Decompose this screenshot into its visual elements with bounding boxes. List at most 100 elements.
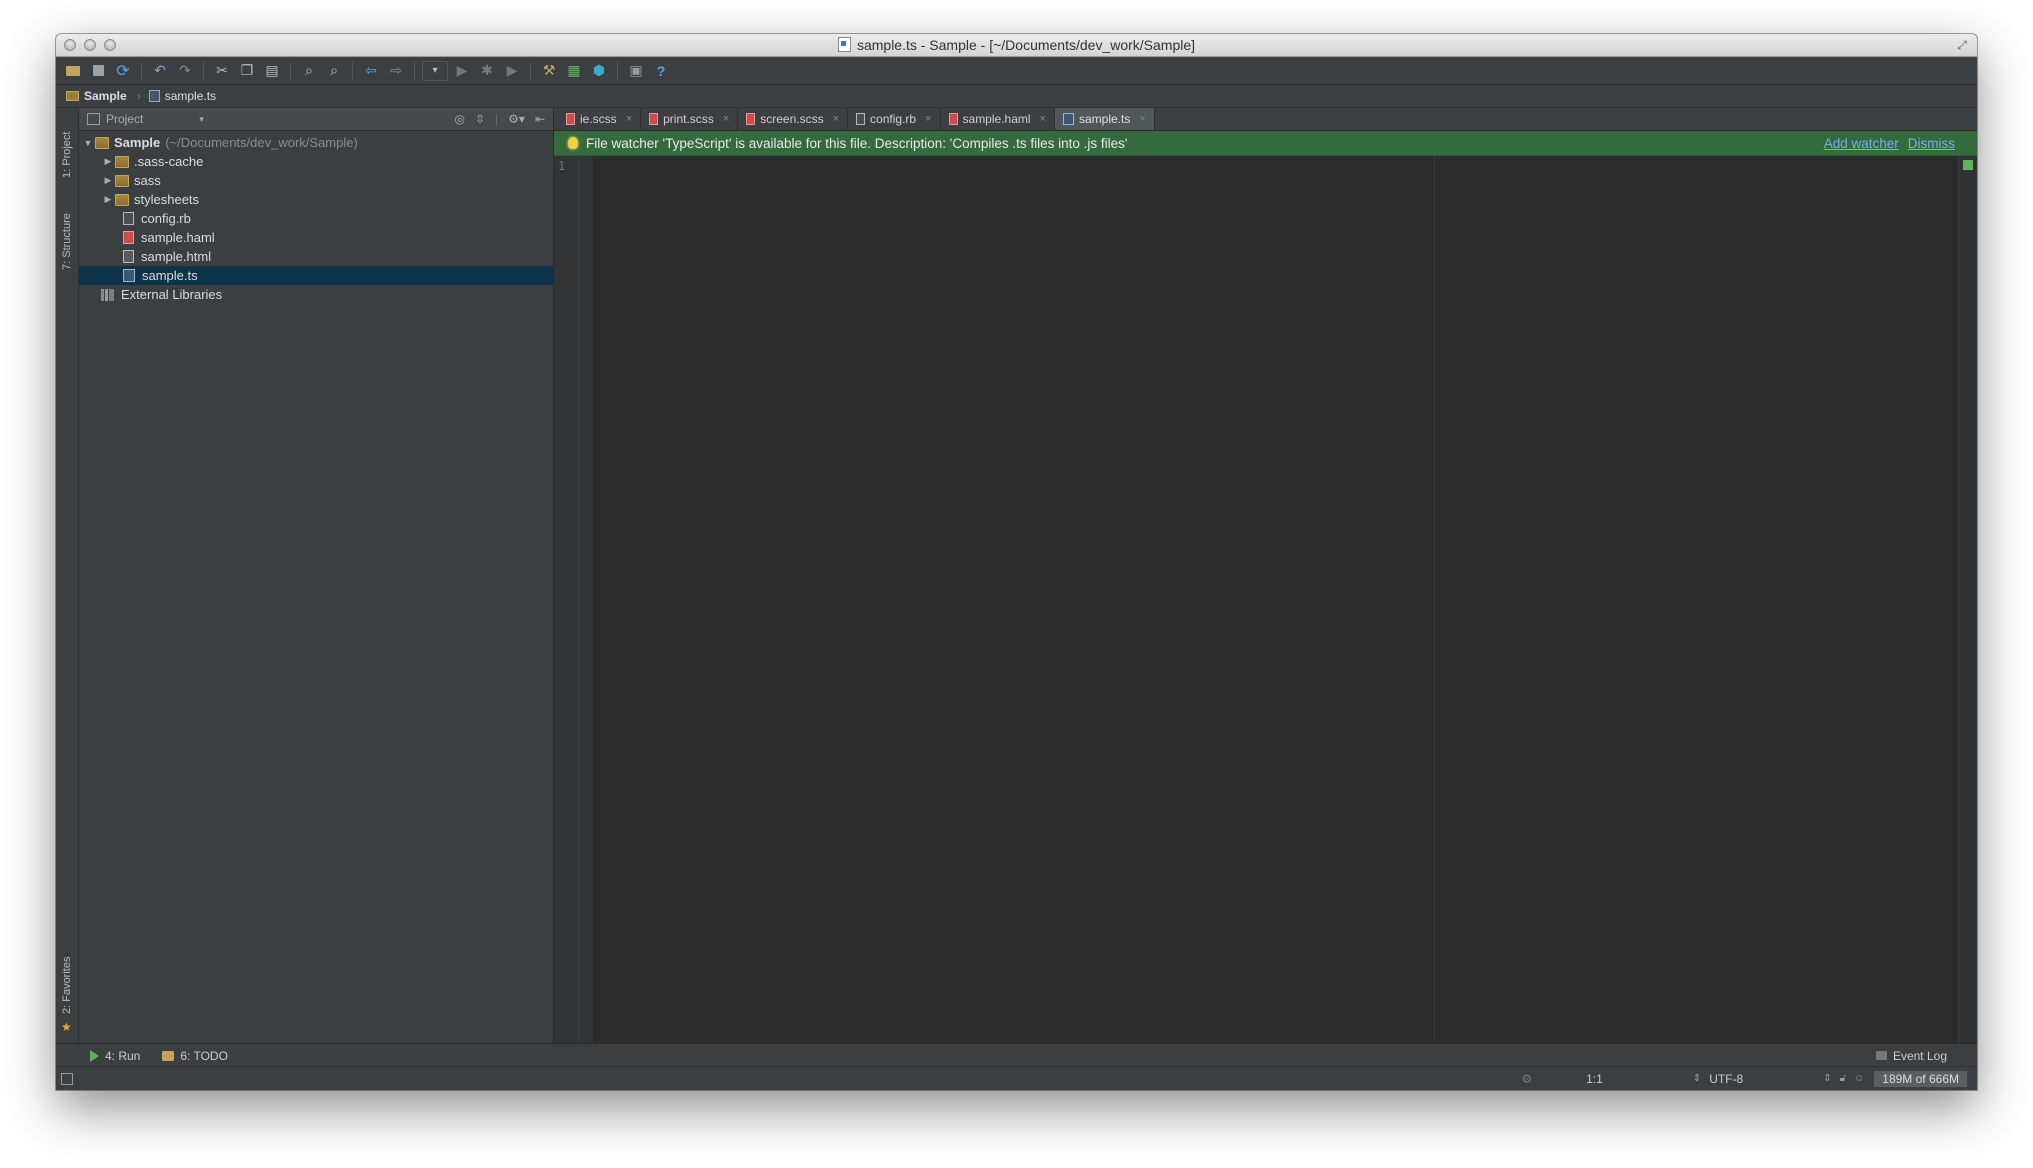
project-panel-actions: ◎ ⇳ | ⚙▾ ⇤: [454, 112, 553, 126]
chevron-down-icon[interactable]: ▾: [199, 114, 204, 125]
project-view-selector[interactable]: Project: [106, 112, 143, 126]
coverage-icon[interactable]: ▶: [501, 60, 523, 82]
settings-icon[interactable]: ⚒: [538, 60, 560, 82]
project-panel: Project ▾ ◎ ⇳ | ⚙▾ ⇤ ▼ Sample (~/Documen…: [79, 108, 554, 1044]
todo-tool-button[interactable]: 6: TODO: [162, 1049, 228, 1063]
save-all-button[interactable]: [87, 60, 109, 82]
forward-button[interactable]: ⇨: [385, 60, 407, 82]
event-log-label: Event Log: [1892, 1048, 1947, 1063]
toolbar-separator: [617, 61, 618, 80]
tree-row-folder[interactable]: ▶ sass: [79, 171, 553, 190]
project-tool-tab[interactable]: 1: Project: [57, 116, 77, 186]
code-editor[interactable]: 1: [554, 156, 1977, 1044]
add-watcher-link[interactable]: Add watcher: [1824, 136, 1899, 151]
close-icon[interactable]: ×: [723, 113, 729, 125]
paste-icon[interactable]: ▤: [261, 60, 283, 82]
file-watcher-notification: File watcher 'TypeScript' is available f…: [554, 131, 1977, 156]
folder-icon: [115, 174, 129, 187]
fullscreen-icon[interactable]: ⤢: [1955, 38, 1969, 52]
status-right: ⚙ 1:1 ⇕ UTF-8 ⇕ 🔓︎ ☺︎ 189M of 666M: [1521, 1070, 1977, 1087]
help-icon[interactable]: ?: [650, 60, 672, 82]
encoding-selector[interactable]: UTF-8: [1709, 1072, 1743, 1086]
breadcrumb-project[interactable]: Sample: [66, 89, 137, 103]
synchronize-button[interactable]: ⟳: [112, 60, 134, 82]
tree-row-file[interactable]: sample.haml: [79, 228, 553, 247]
event-log-button[interactable]: Event Log: [1875, 1048, 1977, 1063]
favorites-tab-label: 2: Favorites: [61, 956, 73, 1014]
open-folder-button[interactable]: [62, 60, 84, 82]
tab-config-rb[interactable]: config.rb ×: [848, 108, 941, 130]
cut-icon[interactable]: ✂: [211, 60, 233, 82]
tree-row-file-selected[interactable]: sample.ts: [79, 266, 553, 285]
replace-icon[interactable]: ⌕: [323, 60, 345, 82]
line-separator-icon[interactable]: ⇕: [1693, 1073, 1701, 1084]
collapsed-arrow-icon[interactable]: ▶: [101, 175, 115, 186]
zoom-window-button[interactable]: [104, 39, 116, 51]
window-controls: [64, 39, 116, 51]
close-icon[interactable]: ×: [925, 113, 931, 125]
copy-icon[interactable]: ❐: [236, 60, 258, 82]
run-config-dropdown[interactable]: ▾: [422, 60, 448, 81]
folder-icon: [66, 91, 79, 101]
tree-row-folder[interactable]: ▶ .sass-cache: [79, 152, 553, 171]
collapsed-arrow-icon[interactable]: ▶: [101, 156, 115, 167]
undo-button[interactable]: ↶: [149, 60, 171, 82]
terminal-icon[interactable]: ▣: [625, 60, 647, 82]
tab-print-scss[interactable]: print.scss ×: [641, 108, 739, 130]
project-view-icon: [87, 113, 100, 125]
close-icon[interactable]: ×: [626, 113, 632, 125]
close-icon[interactable]: ×: [1139, 113, 1145, 125]
back-button[interactable]: ⇦: [360, 60, 382, 82]
library-icon: [101, 288, 114, 301]
scroll-from-source-icon[interactable]: ◎: [454, 112, 464, 126]
toolbar-separator: [203, 61, 204, 80]
tree-row-file[interactable]: config.rb: [79, 209, 553, 228]
tab-label: config.rb: [870, 112, 917, 126]
tab-label: ie.scss: [580, 112, 617, 126]
typescript-file-icon: [1062, 113, 1074, 125]
lock-icon[interactable]: 🔓︎: [1840, 1073, 1846, 1084]
inspector-icon[interactable]: ☺︎: [1854, 1073, 1864, 1084]
line-number: 1: [558, 159, 566, 173]
tree-row-external-libraries[interactable]: External Libraries: [79, 285, 553, 304]
close-icon[interactable]: ×: [833, 113, 839, 125]
toggle-tool-windows-icon[interactable]: [61, 1072, 73, 1085]
close-icon[interactable]: ×: [1040, 113, 1046, 125]
folder-name: .sass-cache: [134, 154, 204, 169]
project-structure-icon[interactable]: ▦: [563, 60, 585, 82]
navigation-bar: Sample › sample.ts: [56, 85, 1977, 108]
redo-button[interactable]: ↷: [174, 60, 196, 82]
root-folder-path: (~/Documents/dev_work/Sample): [165, 135, 358, 150]
tab-screen-scss[interactable]: screen.scss ×: [738, 108, 849, 130]
expanded-arrow-icon[interactable]: ▼: [81, 138, 95, 148]
main-toolbar: ⟳ ↶ ↷ ✂ ❐ ▤ ⌕ ⌕ ⇦ ⇨ ▾ ▶ ✱ ▶ ⚒ ▦ ⬢ ▣ ?: [56, 57, 1977, 85]
find-icon[interactable]: ⌕: [298, 60, 320, 82]
dismiss-link[interactable]: Dismiss: [1908, 136, 1955, 151]
collapsed-arrow-icon[interactable]: ▶: [101, 194, 115, 205]
tree-row-file[interactable]: sample.html: [79, 247, 553, 266]
memory-indicator[interactable]: 189M of 666M: [1874, 1070, 1967, 1087]
tab-sample-haml[interactable]: sample.haml ×: [941, 108, 1055, 130]
project-tab-label: 1: Project: [61, 131, 73, 178]
run-icon[interactable]: ▶: [451, 60, 473, 82]
gear-icon[interactable]: ⚙▾: [508, 112, 525, 126]
debug-icon[interactable]: ✱: [476, 60, 498, 82]
close-window-button[interactable]: [64, 39, 76, 51]
tab-ie-scss[interactable]: ie.scss ×: [558, 108, 642, 130]
tree-row-folder[interactable]: ▶ stylesheets: [79, 190, 553, 209]
background-tasks-icon[interactable]: ⚙: [1521, 1072, 1532, 1086]
plugin-icon[interactable]: ⬢: [588, 60, 610, 82]
caret-position[interactable]: 1:1: [1586, 1072, 1603, 1086]
tab-sample-ts[interactable]: sample.ts ×: [1054, 108, 1155, 130]
run-tool-button[interactable]: 4: Run: [90, 1049, 140, 1063]
structure-tool-tab[interactable]: 7: Structure: [57, 196, 77, 276]
collapse-all-icon[interactable]: ⇳: [475, 112, 485, 126]
favorites-tool-tab[interactable]: 2: Favorites ★: [57, 948, 77, 1038]
hide-panel-icon[interactable]: ⇤: [535, 112, 545, 126]
breadcrumb-label: sample.ts: [164, 89, 217, 103]
minimize-window-button[interactable]: [84, 39, 96, 51]
tree-row-root[interactable]: ▼ Sample (~/Documents/dev_work/Sample): [79, 133, 553, 152]
encoding-chevron-icon[interactable]: ⇕: [1823, 1073, 1831, 1084]
breadcrumb-file[interactable]: sample.ts: [148, 89, 226, 103]
error-stripe[interactable]: [1958, 156, 1977, 1044]
